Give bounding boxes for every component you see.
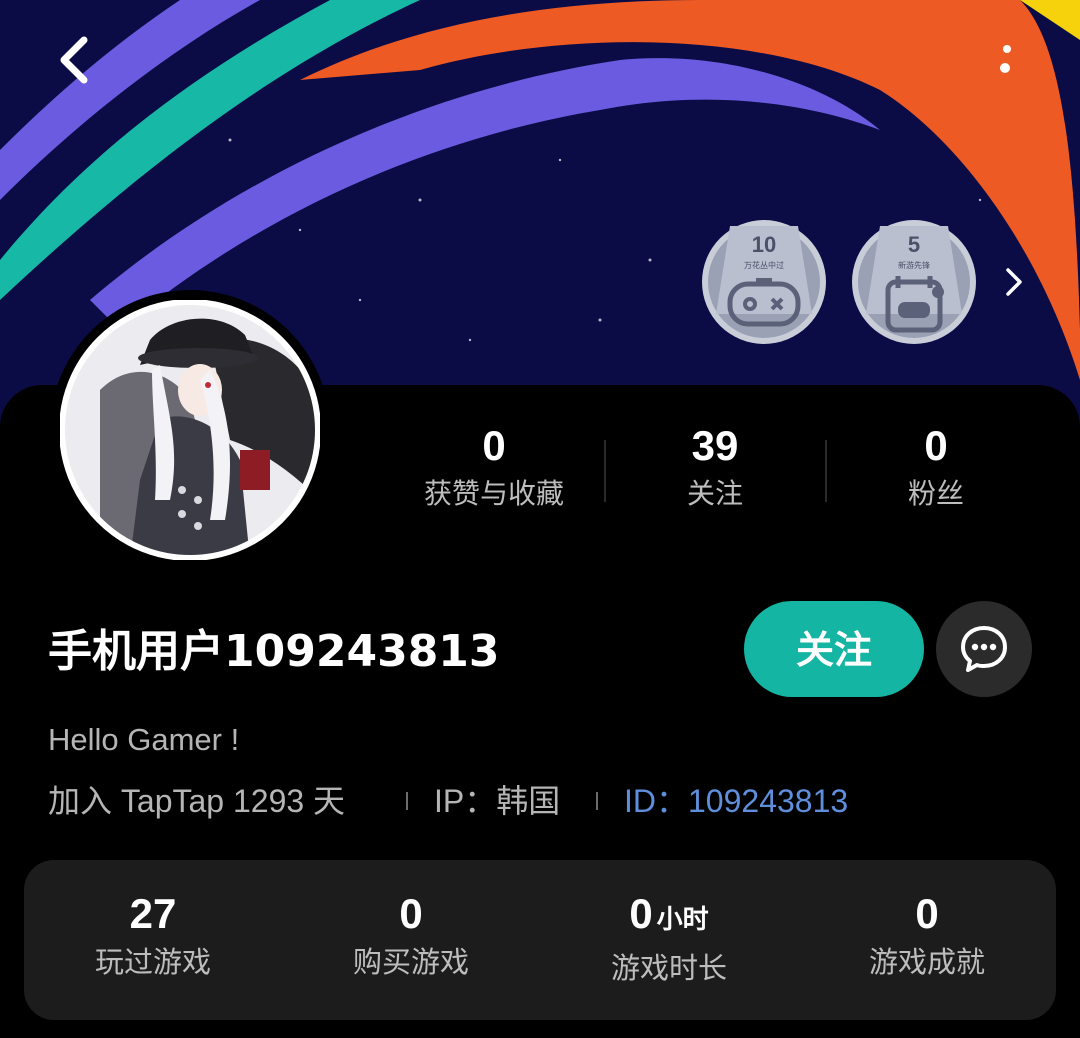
chevron-left-icon [60,36,88,84]
chat-bubble-icon [961,626,1007,672]
stat-value: 0 [915,890,939,937]
username: 手机用户109243813 [48,626,500,677]
stat-unit: 小时 [656,905,709,935]
message-button[interactable] [936,601,1032,697]
more-vertical-icon [1000,45,1011,73]
stat-achievements[interactable]: 0 游戏成就 [798,888,1056,982]
badge-count: 10 [751,232,777,257]
stat-played-games[interactable]: 27 玩过游戏 [24,888,282,982]
stat-following[interactable]: 39 关注 [605,420,825,514]
badge-name: 万花丛中过 [744,261,784,270]
bio-text: Hello Gamer ! [48,722,240,757]
stat-label: 购买游戏 [352,945,469,979]
stat-value: 0 [482,422,506,469]
stat-fans[interactable]: 0 粉丝 [826,420,1046,514]
follow-button[interactable]: 关注 [744,601,924,697]
divider [596,792,598,810]
badge-xinyou[interactable]: 5 新游先锋 [850,218,978,346]
avatar[interactable] [50,290,330,570]
stat-label: 粉丝 [907,477,964,510]
divider [406,792,408,810]
stat-value: 0 小时 [629,890,709,937]
user-id[interactable]: ID：109243813 [624,778,848,824]
stat-label: 游戏时长 [610,951,727,985]
badge-count: 5 [907,232,921,257]
stat-value: 0 [399,890,423,937]
stat-label: 游戏成就 [868,945,985,979]
back-button[interactable] [50,30,100,90]
stat-value: 27 [129,890,177,937]
stat-purchased-games[interactable]: 0 购买游戏 [282,888,540,982]
game-stats-card: 27 玩过游戏 0 购买游戏 0 小时 游戏时长 0 游戏成就 [24,860,1056,1020]
stat-play-time[interactable]: 0 小时 游戏时长 [540,888,798,988]
stat-label: 关注 [686,477,743,510]
avatar-image [60,300,320,560]
badges-more-button[interactable] [1000,262,1030,302]
stat-label: 玩过游戏 [94,945,211,979]
badge-wanhua[interactable]: 10 万花丛中过 [700,218,828,346]
badge-name: 新游先锋 [898,261,930,270]
stat-value: 39 [691,422,739,469]
ip-location: IP：韩国 [434,783,561,819]
stat-value: 0 [924,422,948,469]
joined-days: 加入 TapTap 1293 天 [48,783,346,819]
chevron-right-icon [1006,268,1022,296]
stat-label: 获赞与收藏 [423,477,564,510]
more-button[interactable] [990,38,1020,82]
stat-likes[interactable]: 0 获赞与收藏 [384,420,604,514]
